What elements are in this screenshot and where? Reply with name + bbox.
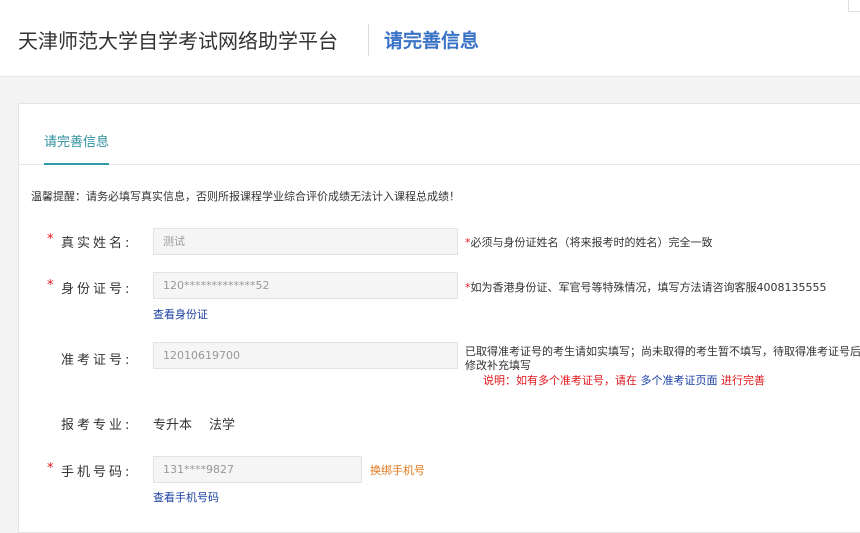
corner-decoration	[848, 0, 860, 12]
id-card-input[interactable]: 120*************52	[153, 272, 458, 299]
site-title: 天津师范大学自学考试网络助学平台	[18, 29, 338, 53]
major-name: 法学	[209, 418, 236, 433]
exam-no-label: 准考证号:	[61, 353, 133, 368]
name-input[interactable]: 测试	[153, 228, 458, 255]
major-level: 专升本	[153, 418, 193, 433]
required-mark: *	[47, 232, 54, 247]
exam-no-input[interactable]: 12010619700	[153, 342, 458, 369]
exam-no-hint-line2: 修改补充填写	[465, 359, 531, 372]
multi-exam-page-link[interactable]: 多个准考证页面	[641, 374, 718, 387]
exam-no-note: 说明：如有多个准考证号，请在 多个准考证页面 进行完善	[483, 372, 765, 388]
tab-complete-info[interactable]: 请完善信息	[44, 134, 110, 165]
form-card: 请完善信息 温馨提醒：请务必填写真实信息，否则所报课程学业综合评价成绩无法计入课…	[18, 103, 860, 533]
note-suffix: 进行完善	[721, 374, 765, 387]
tab-bar: 请完善信息	[19, 104, 860, 165]
required-mark: *	[47, 461, 54, 476]
id-card-hint-text: 如为香港身份证、军官号等特殊情况，填写方法请咨询客服4008135555	[470, 281, 827, 294]
page-subtitle: 请完善信息	[384, 30, 480, 52]
id-card-hint: *如为香港身份证、军官号等特殊情况，填写方法请咨询客服4008135555	[465, 279, 826, 295]
notice-text: 温馨提醒：请务必填写真实信息，否则所报课程学业综合评价成绩无法计入课程总成绩！	[31, 190, 460, 203]
major-label: 报考专业:	[61, 418, 133, 433]
rebind-phone-link[interactable]: 换绑手机号	[370, 462, 425, 478]
phone-label: 手机号码:	[61, 465, 133, 480]
phone-input[interactable]: 131****9827	[153, 456, 362, 483]
name-hint-text: 必须与身份证姓名（将来报考时的姓名）完全一致	[470, 236, 713, 249]
id-card-label: 身份证号:	[61, 282, 133, 297]
view-phone-link[interactable]: 查看手机号码	[153, 489, 219, 505]
top-header: 天津师范大学自学考试网络助学平台 请完善信息	[0, 0, 860, 77]
title-divider	[368, 24, 369, 56]
name-label: 真实姓名:	[61, 236, 133, 251]
required-mark: *	[47, 278, 54, 293]
note-prefix: 说明：如有多个准考证号，请在	[483, 374, 637, 387]
name-hint: *必须与身份证姓名（将来报考时的姓名）完全一致	[465, 234, 713, 250]
view-id-card-link[interactable]: 查看身份证	[153, 306, 208, 322]
